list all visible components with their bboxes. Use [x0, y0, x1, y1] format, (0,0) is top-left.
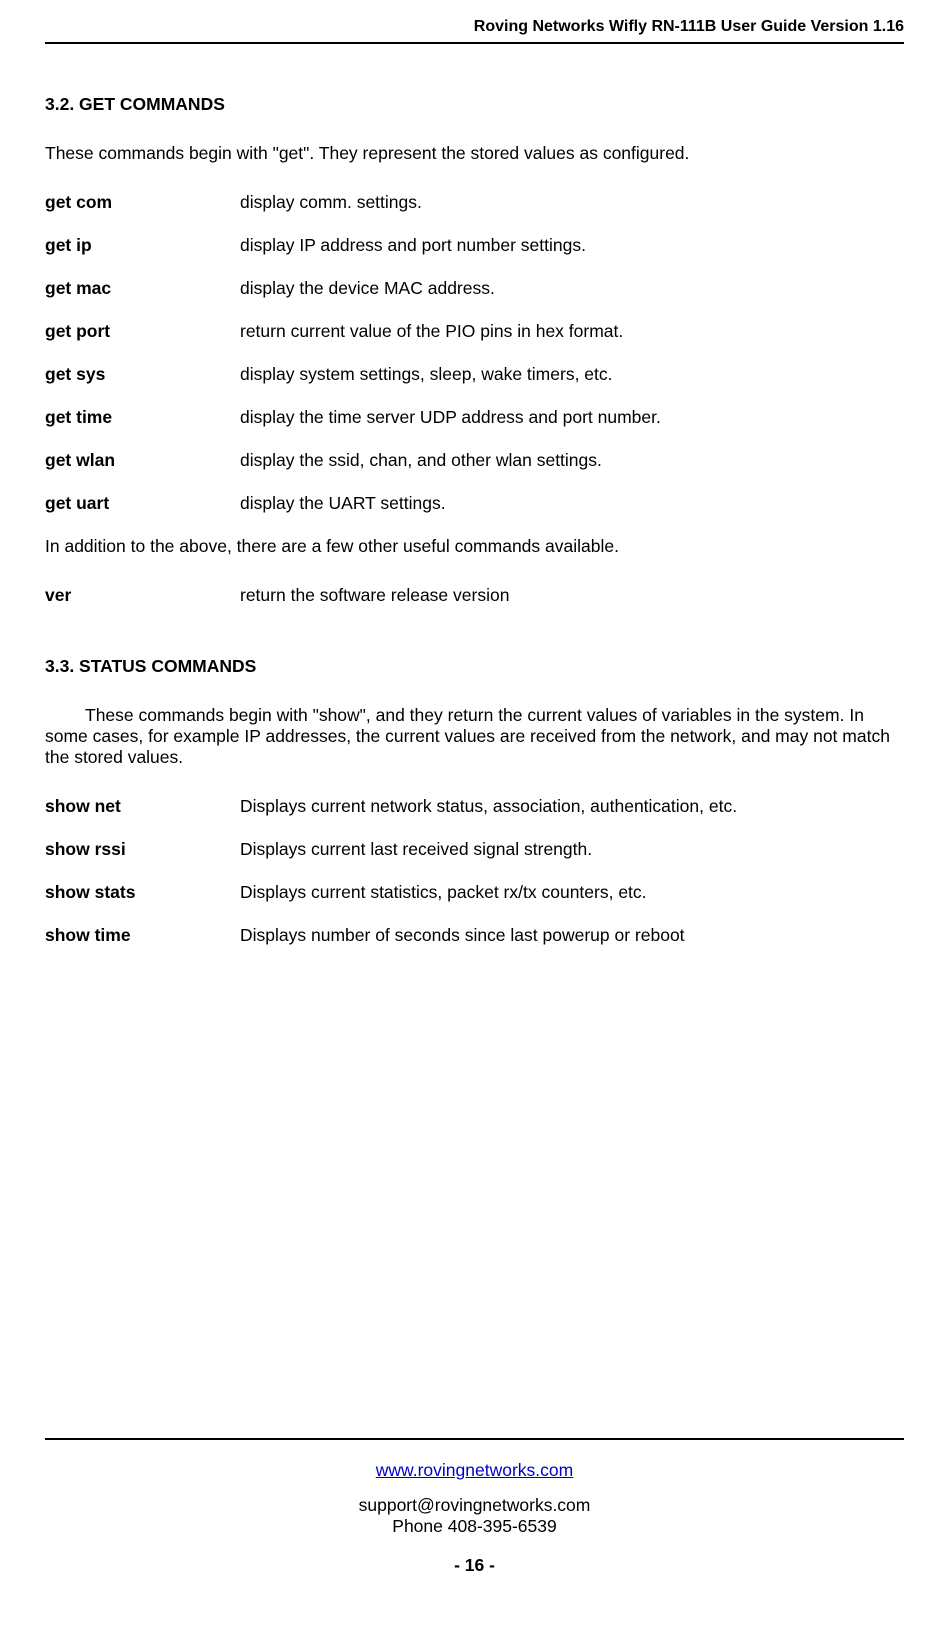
section-addendum: In addition to the above, there are a fe…: [45, 536, 904, 557]
command-name: get wlan: [45, 450, 240, 471]
footer-email: support@rovingnetworks.com: [45, 1495, 904, 1516]
command-name: get time: [45, 407, 240, 428]
command-name: show rssi: [45, 839, 240, 860]
command-row: get port return current value of the PIO…: [45, 321, 904, 342]
command-row: get time display the time server UDP add…: [45, 407, 904, 428]
command-desc: Displays current last received signal st…: [240, 839, 904, 860]
footer-url[interactable]: www.rovingnetworks.com: [376, 1460, 573, 1480]
command-name: get port: [45, 321, 240, 342]
header-title: Roving Networks Wifly RN-111B User Guide…: [474, 18, 904, 35]
section-intro: These commands begin with "show", and th…: [45, 705, 904, 768]
command-desc: display system settings, sleep, wake tim…: [240, 364, 904, 385]
document-page: Roving Networks Wifly RN-111B User Guide…: [0, 0, 949, 1594]
command-row: get com display comm. settings.: [45, 192, 904, 213]
command-row: show rssi Displays current last received…: [45, 839, 904, 860]
command-desc: Displays current network status, associa…: [240, 796, 904, 817]
command-row: get uart display the UART settings.: [45, 493, 904, 514]
command-row: get sys display system settings, sleep, …: [45, 364, 904, 385]
command-row: ver return the software release version: [45, 585, 904, 606]
command-desc: Displays current statistics, packet rx/t…: [240, 882, 904, 903]
command-desc: display the time server UDP address and …: [240, 407, 904, 428]
command-name: get mac: [45, 278, 240, 299]
command-name: show net: [45, 796, 240, 817]
command-desc: display comm. settings.: [240, 192, 904, 213]
document-header: Roving Networks Wifly RN-111B User Guide…: [45, 18, 904, 44]
command-name: show time: [45, 925, 240, 946]
command-desc: display the device MAC address.: [240, 278, 904, 299]
document-footer: www.rovingnetworks.com support@rovingnet…: [45, 1438, 904, 1576]
section-heading: 3.3. STATUS COMMANDS: [45, 656, 904, 677]
section-intro: These commands begin with "get". They re…: [45, 143, 904, 164]
command-desc: display the ssid, chan, and other wlan s…: [240, 450, 904, 471]
command-row: show stats Displays current statistics, …: [45, 882, 904, 903]
command-name: get ip: [45, 235, 240, 256]
command-desc: display the UART settings.: [240, 493, 904, 514]
section-get-commands: 3.2. GET COMMANDS These commands begin w…: [45, 94, 904, 606]
command-row: show net Displays current network status…: [45, 796, 904, 817]
section-intro-text: These commands begin with "show", and th…: [45, 705, 890, 767]
command-desc: return the software release version: [240, 585, 904, 606]
command-row: show time Displays number of seconds sin…: [45, 925, 904, 946]
command-desc: return current value of the PIO pins in …: [240, 321, 904, 342]
command-desc: display IP address and port number setti…: [240, 235, 904, 256]
command-row: get wlan display the ssid, chan, and oth…: [45, 450, 904, 471]
command-name: get uart: [45, 493, 240, 514]
command-name: show stats: [45, 882, 240, 903]
command-row: get mac display the device MAC address.: [45, 278, 904, 299]
command-name: get com: [45, 192, 240, 213]
footer-phone: Phone 408-395-6539: [45, 1516, 904, 1537]
command-desc: Displays number of seconds since last po…: [240, 925, 904, 946]
section-status-commands: 3.3. STATUS COMMANDS These commands begi…: [45, 656, 904, 946]
command-row: get ip display IP address and port numbe…: [45, 235, 904, 256]
command-name: get sys: [45, 364, 240, 385]
section-heading: 3.2. GET COMMANDS: [45, 94, 904, 115]
footer-spacer: [45, 968, 904, 1438]
footer-contact: support@rovingnetworks.com Phone 408-395…: [45, 1495, 904, 1537]
page-number: - 16 -: [45, 1555, 904, 1576]
command-name: ver: [45, 585, 240, 606]
